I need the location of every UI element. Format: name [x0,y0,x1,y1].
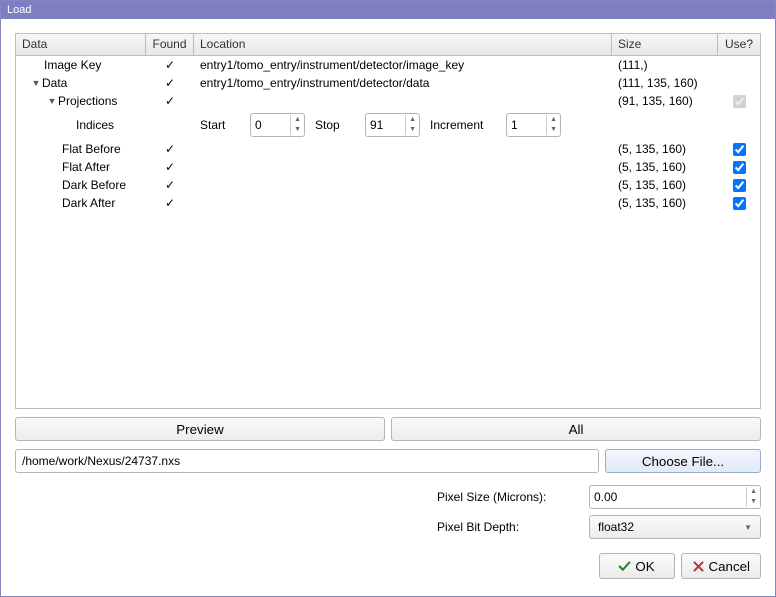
table-body: Image Key ✓ entry1/tomo_entry/instrument… [16,56,760,408]
found-mark: ✓ [146,196,194,210]
spin-down-icon[interactable]: ▼ [406,125,419,135]
table-row-dark-after[interactable]: Dark After ✓ (5, 135, 160) [16,194,760,212]
row-size: (5, 135, 160) [612,178,718,192]
all-button[interactable]: All [391,417,761,441]
table-row-dark-before[interactable]: Dark Before ✓ (5, 135, 160) [16,176,760,194]
file-path-input[interactable] [15,449,599,473]
row-label: Dark Before [62,178,126,192]
row-size: (111,) [612,58,718,72]
path-row: Choose File... [15,449,761,473]
spin-up-icon[interactable]: ▲ [291,115,304,125]
table-row-image-key[interactable]: Image Key ✓ entry1/tomo_entry/instrument… [16,56,760,74]
spin-down-icon[interactable]: ▼ [291,125,304,135]
header-data[interactable]: Data [16,34,146,55]
header-location[interactable]: Location [194,34,612,55]
found-mark: ✓ [146,142,194,156]
row-size: (111, 135, 160) [612,76,718,90]
spin-up-icon[interactable]: ▲ [747,487,760,497]
table-row-indices: Indices Start ▲▼ Stop ▲▼ Increment ▲▼ [16,110,760,140]
bit-depth-select[interactable]: float32 ▼ [589,515,761,539]
row-label: Indices [76,118,114,132]
window-titlebar: Load [1,1,775,19]
stop-spinner[interactable]: ▲▼ [365,113,420,137]
row-label: Flat After [62,160,110,174]
row-location: entry1/tomo_entry/instrument/detector/im… [194,58,612,72]
row-location: entry1/tomo_entry/instrument/detector/da… [194,76,612,90]
row-size: (5, 135, 160) [612,142,718,156]
use-checkbox-dark-before[interactable] [733,179,746,192]
found-mark: ✓ [146,160,194,174]
spin-down-icon[interactable]: ▼ [547,125,560,135]
expand-icon[interactable]: ▼ [46,96,58,106]
ok-label: OK [635,559,654,574]
form-rows: Pixel Size (Microns): ▲▼ Pixel Bit Depth… [15,485,761,539]
spin-up-icon[interactable]: ▲ [547,115,560,125]
table-row-projections[interactable]: ▼Projections ✓ (91, 135, 160) [16,92,760,110]
found-mark: ✓ [146,94,194,108]
row-label: Data [42,76,67,90]
preview-button[interactable]: Preview [15,417,385,441]
use-checkbox-flat-after[interactable] [733,161,746,174]
found-mark: ✓ [146,76,194,90]
table-row-data[interactable]: ▼Data ✓ entry1/tomo_entry/instrument/det… [16,74,760,92]
row-size: (5, 135, 160) [612,196,718,210]
pixel-size-spinner[interactable]: ▲▼ [589,485,761,509]
header-size[interactable]: Size [612,34,718,55]
data-tree-table: Data Found Location Size Use? Image Key … [15,33,761,409]
start-spinner[interactable]: ▲▼ [250,113,305,137]
pixel-size-label: Pixel Size (Microns): [437,490,577,504]
choose-file-button[interactable]: Choose File... [605,449,761,473]
table-header: Data Found Location Size Use? [16,34,760,56]
dialog-button-bar: OK Cancel [15,553,761,579]
spin-up-icon[interactable]: ▲ [406,115,419,125]
chevron-down-icon: ▼ [744,523,752,532]
use-checkbox-flat-before[interactable] [733,143,746,156]
window-title: Load [7,4,31,16]
spin-down-icon[interactable]: ▼ [747,497,760,507]
pixel-size-input[interactable] [590,486,746,508]
row-label: Flat Before [62,142,121,156]
use-checkbox-dark-after[interactable] [733,197,746,210]
table-row-flat-after[interactable]: Flat After ✓ (5, 135, 160) [16,158,760,176]
stop-input[interactable] [366,114,405,136]
header-found[interactable]: Found [146,34,194,55]
start-input[interactable] [251,114,290,136]
inc-input[interactable] [507,114,546,136]
header-use[interactable]: Use? [718,34,760,55]
row-size: (91, 135, 160) [612,94,718,108]
cancel-button[interactable]: Cancel [681,553,762,579]
ok-button[interactable]: OK [599,553,675,579]
start-label: Start [200,118,240,132]
stop-label: Stop [315,118,355,132]
expand-icon[interactable]: ▼ [30,78,42,88]
cancel-icon [692,560,705,573]
inc-spinner[interactable]: ▲▼ [506,113,561,137]
found-mark: ✓ [146,58,194,72]
row-label: Dark After [62,196,115,210]
load-dialog: Load Data Found Location Size Use? Image… [0,0,776,597]
row-label: Projections [58,94,117,108]
ok-icon [618,560,631,573]
inc-label: Increment [430,118,496,132]
row-label: Image Key [44,58,101,72]
cancel-label: Cancel [709,559,751,574]
table-row-flat-before[interactable]: Flat Before ✓ (5, 135, 160) [16,140,760,158]
use-checkbox-projections [733,95,746,108]
bit-depth-value: float32 [598,520,634,534]
dialog-body: Data Found Location Size Use? Image Key … [1,19,775,596]
found-mark: ✓ [146,178,194,192]
bit-depth-label: Pixel Bit Depth: [437,520,577,534]
row-size: (5, 135, 160) [612,160,718,174]
button-row: Preview All [15,417,761,441]
